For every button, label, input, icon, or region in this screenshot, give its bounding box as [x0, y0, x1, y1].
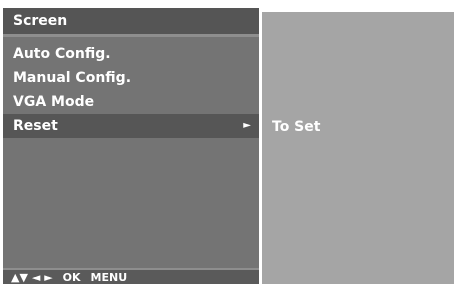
- menu-item-label: VGA Mode: [13, 94, 95, 110]
- menu-item-manual-config[interactable]: Manual Config.: [3, 66, 259, 90]
- up-down-arrows-icon: ▲▼: [11, 271, 28, 284]
- menu-title: Screen: [13, 13, 68, 29]
- menu-item-auto-config[interactable]: Auto Config.: [3, 42, 259, 66]
- menu-item-label: Reset: [13, 118, 58, 134]
- menu-list: Auto Config. Manual Config. VGA Mode Res…: [3, 42, 259, 138]
- submenu-panel: To Set: [262, 12, 454, 284]
- menu-header: Screen: [3, 8, 259, 37]
- menu-item-vga-mode[interactable]: VGA Mode: [3, 90, 259, 114]
- menu-item-reset[interactable]: Reset ►: [3, 114, 259, 138]
- menu-hint: MENU: [90, 271, 128, 284]
- to-set-option[interactable]: To Set: [272, 118, 320, 136]
- menu-footer-hints: ▲▼ ◄ ► OK MENU: [3, 268, 259, 284]
- menu-item-label: Auto Config.: [13, 46, 111, 62]
- screen-menu-panel: Screen Auto Config. Manual Config. VGA M…: [3, 8, 259, 284]
- menu-item-label: Manual Config.: [13, 70, 132, 86]
- submenu-arrow-icon: ►: [243, 120, 251, 131]
- tv-osd-screen: Screen Auto Config. Manual Config. VGA M…: [0, 0, 458, 284]
- ok-hint: OK: [62, 271, 81, 284]
- left-right-arrows-icon: ◄ ►: [31, 271, 53, 284]
